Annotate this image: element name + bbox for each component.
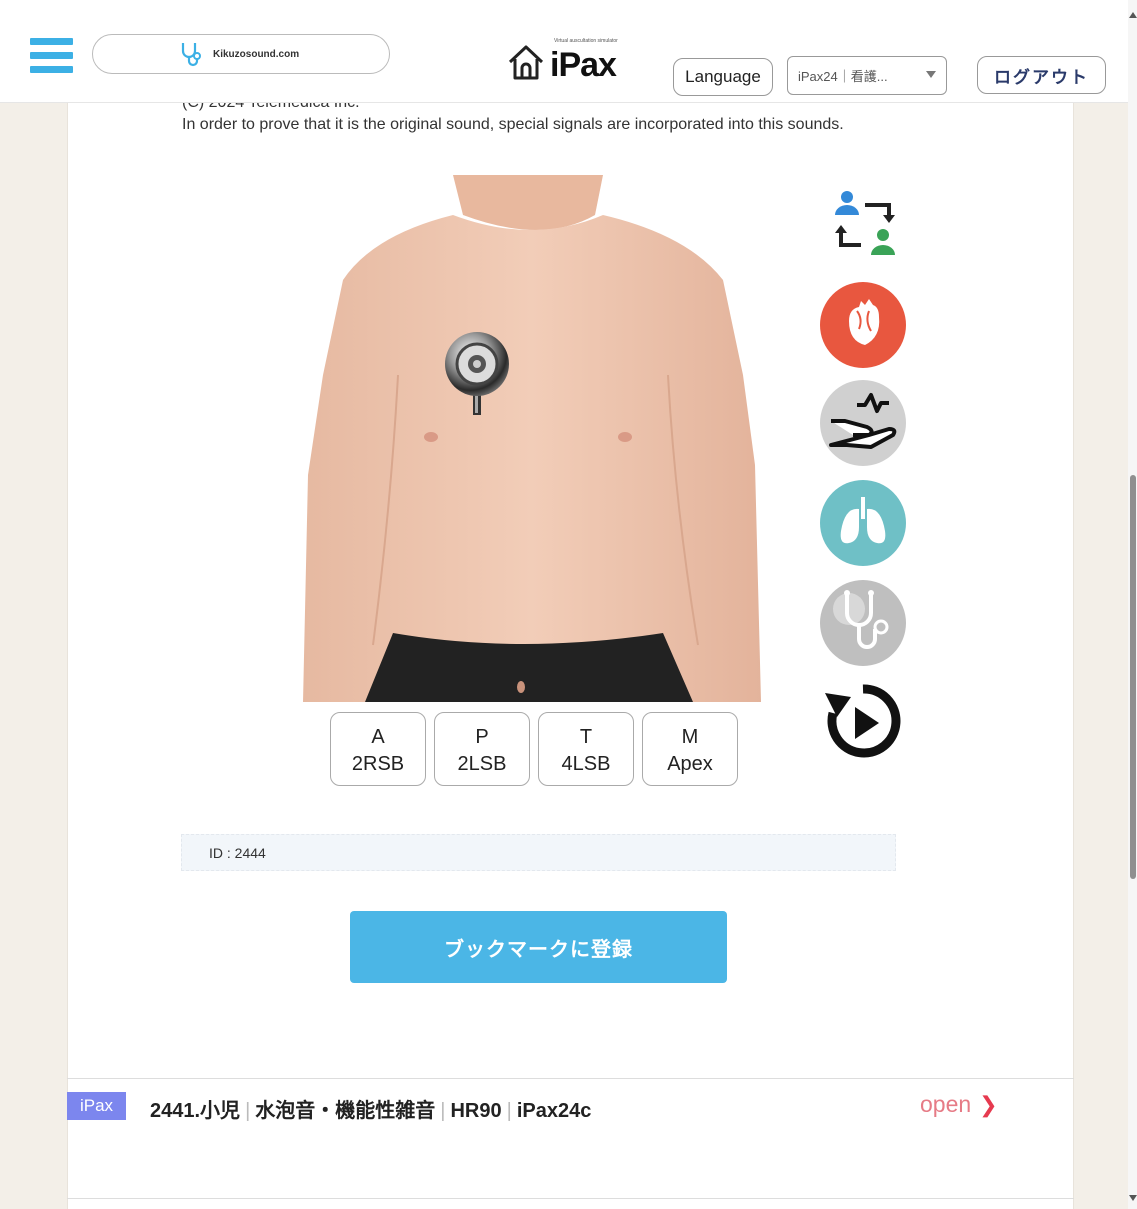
ipax-logo[interactable]: Virtual auscultation simulator iPax [506,38,618,84]
position-code: M [681,726,699,748]
stethoscope-head[interactable] [443,331,513,419]
position-p-button[interactable]: P 2LSB [434,712,530,786]
stethoscope-logo-icon [181,43,201,67]
scrollbar[interactable] [1128,0,1137,1209]
position-code: T [579,726,593,748]
list-title-part1: 2441.小児 [150,1100,241,1122]
dropdown-arrow-icon [926,71,936,78]
list-item-title[interactable]: 2441.小児 | 水泡音・機能性雑音 | HR90 | iPax24c [150,1094,591,1123]
divider [67,1198,1074,1199]
heart-icon[interactable] [819,281,907,369]
swap-users-icon[interactable] [819,185,907,273]
scroll-up-icon[interactable] [1129,12,1137,18]
course-select[interactable]: iPax24｜看護... [787,56,947,95]
separator: | [506,1100,512,1122]
ipax-badge: iPax [67,1092,126,1120]
list-title-part4: iPax24c [516,1100,592,1122]
pulse-hand-icon[interactable] [819,379,907,467]
logout-button[interactable]: ログアウト [977,56,1106,94]
logo-tagline: Virtual auscultation simulator [554,38,618,44]
menu-icon[interactable] [30,38,73,74]
list-item: iPax 2441.小児 | 水泡音・機能性雑音 | HR90 | iPax24c open… [67,1091,1074,1123]
position-name: Apex [667,753,713,775]
position-m-button[interactable]: M Apex [642,712,738,786]
position-name: 2RSB [351,753,405,775]
position-name: 4LSB [561,753,611,775]
position-code: P [475,726,489,748]
position-buttons: A 2RSB P 2LSB T 4LSB M Apex [330,712,738,786]
open-label: open [920,1091,972,1117]
copyright-line2: In order to prove that it is the origina… [182,116,844,133]
top-header: Kikuzosound.com Virtual auscultation sim… [0,0,1128,103]
logo-brand: iPax [550,46,617,84]
house-icon [508,45,544,80]
replay-icon[interactable] [819,679,907,767]
scroll-down-icon[interactable] [1129,1195,1137,1201]
position-a-button[interactable]: A 2RSB [330,712,426,786]
site-link[interactable]: Kikuzosound.com [92,34,390,74]
stethoscope-icon[interactable] [819,579,907,667]
lungs-icon[interactable] [819,479,907,567]
position-name: 2LSB [457,753,507,775]
language-button[interactable]: Language [673,58,773,96]
position-code: A [371,726,385,748]
open-link[interactable]: open ❯ [920,1091,998,1118]
chevron-right-icon: ❯ [979,1091,998,1117]
scrollbar-thumb[interactable] [1130,475,1136,879]
record-id: ID : 2444 [181,834,896,871]
patient-torso-image[interactable] [303,175,761,702]
course-select-value: iPax24｜看護... [798,69,888,84]
list-title-part2: 水泡音・機能性雑音 [255,1100,436,1122]
separator: | [245,1100,251,1122]
position-t-button[interactable]: T 4LSB [538,712,634,786]
divider [67,1078,1074,1079]
site-name: Kikuzosound.com [213,48,300,60]
separator: | [440,1100,446,1122]
bookmark-button[interactable]: ブックマークに登録 [350,911,727,983]
list-title-part3: HR90 [450,1100,502,1122]
